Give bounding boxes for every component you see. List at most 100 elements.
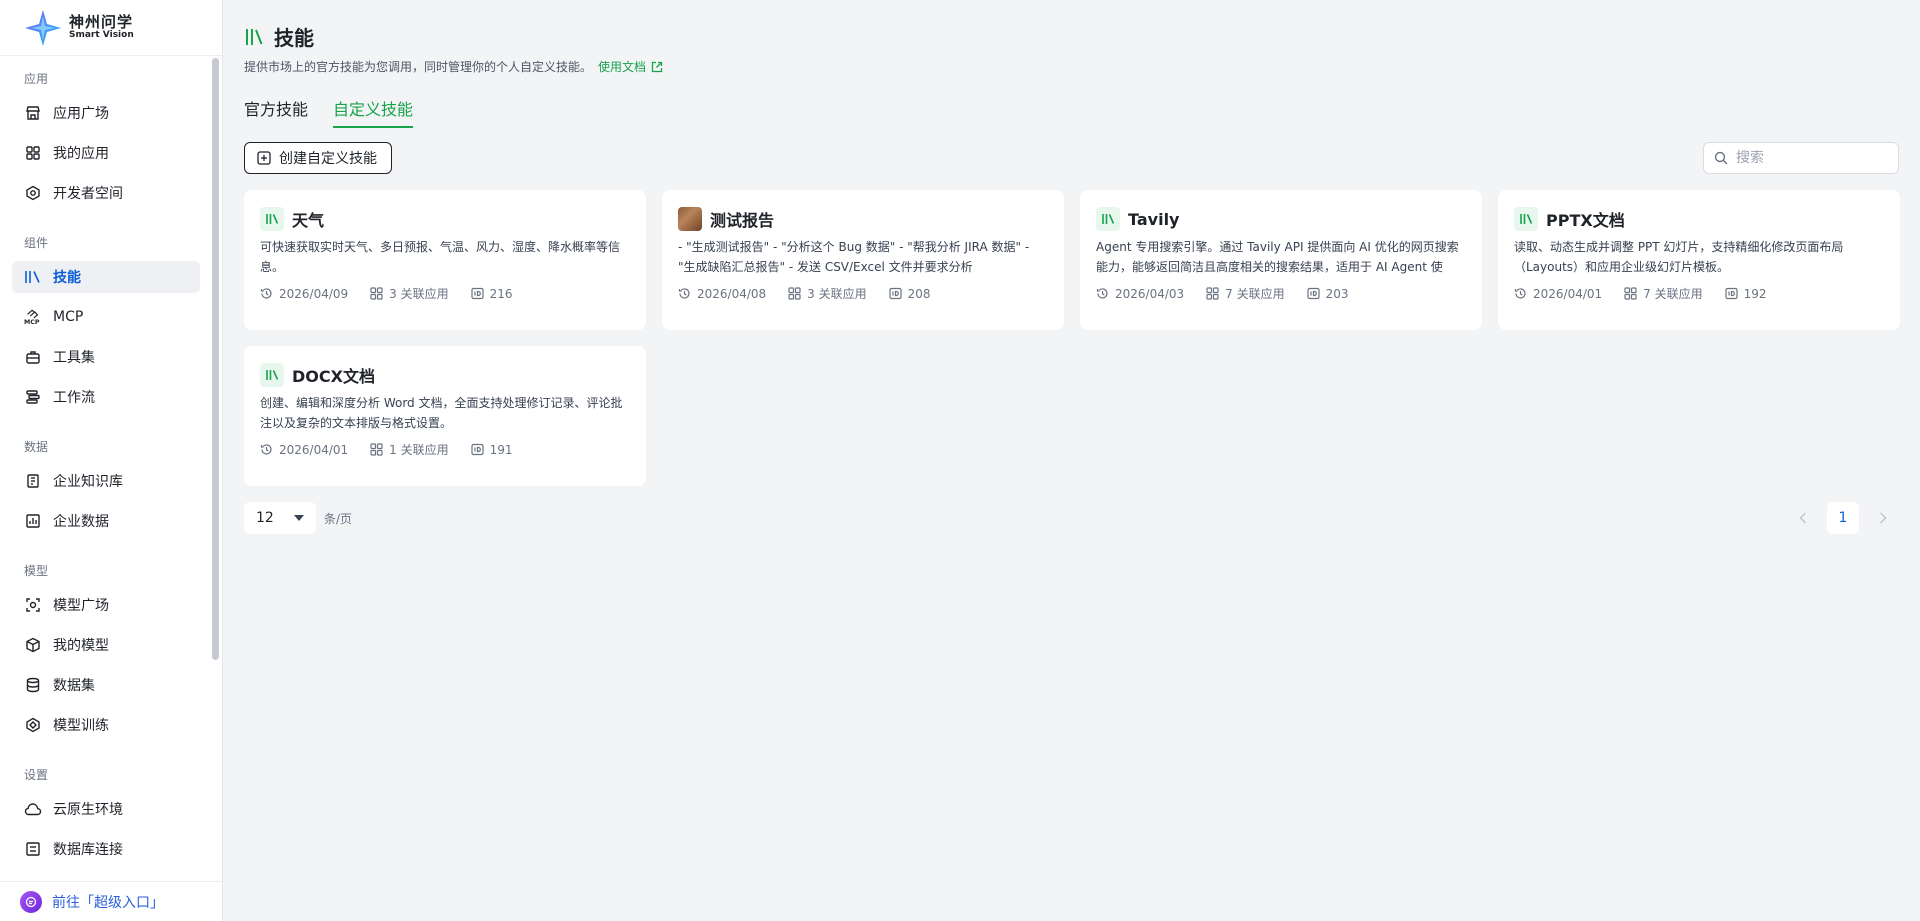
db-connect-icon	[24, 840, 42, 858]
skill-book-icon	[260, 363, 284, 387]
skill-card-title: 测试报告	[710, 211, 775, 230]
skill-card-linked-apps: 7 关联应用	[1225, 287, 1285, 301]
page-header: 技能	[244, 22, 314, 51]
skill-card-id: 216	[489, 286, 513, 301]
doc-link-label: 使用文档	[598, 60, 647, 74]
nav-group-title: 应用	[24, 72, 49, 86]
caret-down-icon	[294, 515, 304, 521]
sidebar-item-model-training[interactable]: 模型训练	[12, 709, 200, 741]
skill-card[interactable]: 测试报告 - "生成测试报告" - "分析这个 Bug 数据" - "帮我分析 …	[662, 190, 1064, 330]
sidebar-item-app-square[interactable]: 应用广场	[12, 97, 200, 129]
id-badge-icon	[471, 287, 484, 300]
sidebar-item-label: 技能	[53, 270, 81, 286]
sidebar-item-toolset[interactable]: 工具集	[12, 341, 200, 373]
history-clock-icon	[260, 288, 272, 299]
prev-page-button[interactable]	[1787, 502, 1819, 534]
id-badge-icon	[1307, 287, 1320, 300]
skill-book-icon	[260, 207, 284, 231]
history-clock-icon	[260, 444, 272, 455]
nav-group-title: 数据	[24, 440, 49, 454]
nav-group-title: 设置	[24, 768, 49, 782]
page-description: 提供市场上的官方技能为您调用，同时管理你的个人自定义技能。 使用文档	[244, 58, 663, 75]
history-clock-icon	[678, 288, 690, 299]
id-badge-icon	[1725, 287, 1738, 300]
cube-icon	[24, 636, 42, 654]
skill-card-date: 2026/04/01	[1533, 286, 1603, 301]
tab-custom-skills[interactable]: 自定义技能	[333, 96, 414, 128]
skill-book-icon	[1096, 207, 1120, 231]
skill-card[interactable]: Tavily Agent 专用搜索引擎。通过 Tavily API 提供面向 A…	[1080, 190, 1482, 330]
sidebar-item-label: 企业数据	[53, 514, 109, 530]
tab-official-skills[interactable]: 官方技能	[244, 96, 308, 128]
apps-grid-icon	[24, 144, 42, 162]
create-custom-skill-label: 创建自定义技能	[279, 151, 377, 167]
search-box	[1703, 142, 1899, 174]
skill-card-linked-apps: 3 关联应用	[389, 287, 449, 301]
sidebar-item-enterprise-data[interactable]: 企业数据	[12, 505, 200, 537]
sidebar-item-knowledge-base[interactable]: 企业知识库	[12, 465, 200, 497]
sidebar-item-my-models[interactable]: 我的模型	[12, 629, 200, 661]
super-entry-link[interactable]: 前往「超级入口」	[0, 881, 222, 921]
sidebar-item-label: 工具集	[53, 350, 95, 366]
skill-card-date: 2026/04/08	[697, 286, 767, 301]
sidebar-item-label: 开发者空间	[53, 186, 123, 202]
skill-book-icon	[1514, 207, 1538, 231]
skill-card-title: Tavily	[1128, 209, 1180, 229]
developer-space-icon	[24, 184, 42, 202]
skill-card-id: 208	[907, 286, 931, 301]
chevron-right-icon	[1879, 512, 1887, 524]
app-logo[interactable]: 神州问学 Smart Vision	[0, 0, 222, 56]
plus-square-icon	[257, 151, 271, 165]
sidebar-item-label: 应用广场	[53, 106, 109, 122]
search-input[interactable]	[1736, 150, 1886, 166]
sidebar-scrollbar-thumb[interactable]	[212, 58, 219, 660]
skill-card[interactable]: PPTX文档 读取、动态生成并调整 PPT 幻灯片，支持精细化修改页面布局（La…	[1498, 190, 1900, 330]
skill-card-id: 192	[1743, 286, 1767, 301]
nav-group-title: 组件	[24, 236, 49, 250]
cloud-icon	[24, 800, 42, 818]
skill-card-date: 2026/04/03	[1115, 286, 1185, 301]
skill-card-id: 203	[1325, 286, 1349, 301]
workflow-icon	[24, 388, 42, 406]
sidebar-item-model-square[interactable]: 模型广场	[12, 589, 200, 621]
sidebar-item-label: 工作流	[53, 390, 95, 406]
sidebar-item-db-connection[interactable]: 数据库连接	[12, 833, 200, 865]
skill-card-title: 天气	[292, 211, 325, 230]
create-custom-skill-button[interactable]: 创建自定义技能	[244, 142, 392, 174]
apps-grid-icon	[788, 287, 801, 300]
sidebar-item-my-apps[interactable]: 我的应用	[12, 137, 200, 169]
sidebar-item-dataset[interactable]: 数据集	[12, 669, 200, 701]
super-entry-label: 前往「超级入口」	[52, 894, 164, 911]
sidebar-item-label: MCP	[53, 309, 84, 325]
doc-link[interactable]: 使用文档	[598, 58, 663, 75]
sidebar-item-workflow[interactable]: 工作流	[12, 381, 200, 413]
skill-card[interactable]: DOCX文档 创建、编辑和深度分析 Word 文档，全面支持处理修订记录、评论批…	[244, 346, 646, 486]
sidebar-item-label: 数据库连接	[53, 842, 123, 858]
sidebar-item-skills[interactable]: 技能	[12, 261, 200, 293]
sidebar-item-label: 模型训练	[53, 718, 109, 734]
page-size-unit: 条/页	[324, 512, 353, 526]
app-name: 神州问学	[69, 13, 134, 32]
sidebar-scrollbar[interactable]	[212, 58, 220, 878]
skill-card-date: 2026/04/01	[279, 442, 349, 457]
page-number-button[interactable]: 1	[1827, 502, 1859, 534]
id-badge-icon	[471, 443, 484, 456]
sidebar-item-label: 模型广场	[53, 598, 109, 614]
sidebar-item-label: 云原生环境	[53, 802, 123, 818]
skill-card-description: - "生成测试报告" - "分析这个 Bug 数据" - "帮我分析 JIRA …	[678, 240, 1030, 274]
sidebar-item-label: 我的应用	[53, 146, 109, 162]
sidebar-item-cloud-native[interactable]: 云原生环境	[12, 793, 200, 825]
library-icon	[24, 268, 42, 286]
knowledge-base-icon	[24, 472, 42, 490]
page-description-text: 提供市场上的官方技能为您调用，同时管理你的个人自定义技能。	[244, 60, 593, 74]
skill-card-grid: 天气 可快速获取实时天气、多日预报、气温、风力、湿度、降水概率等信息。 2026…	[244, 190, 1900, 486]
skill-card-title: PPTX文档	[1546, 211, 1625, 230]
external-link-icon	[651, 61, 663, 72]
skill-card-linked-apps: 7 关联应用	[1643, 287, 1703, 301]
sidebar-item-mcp[interactable]: MCP MCP	[12, 301, 200, 333]
sidebar-item-developer-space[interactable]: 开发者空间	[12, 177, 200, 209]
skill-card[interactable]: 天气 可快速获取实时天气、多日预报、气温、风力、湿度、降水概率等信息。 2026…	[244, 190, 646, 330]
next-page-button[interactable]	[1867, 502, 1899, 534]
page-size-select[interactable]: 12	[244, 502, 316, 534]
skill-card-description: 可快速获取实时天气、多日预报、气温、风力、湿度、降水概率等信息。	[260, 240, 621, 274]
